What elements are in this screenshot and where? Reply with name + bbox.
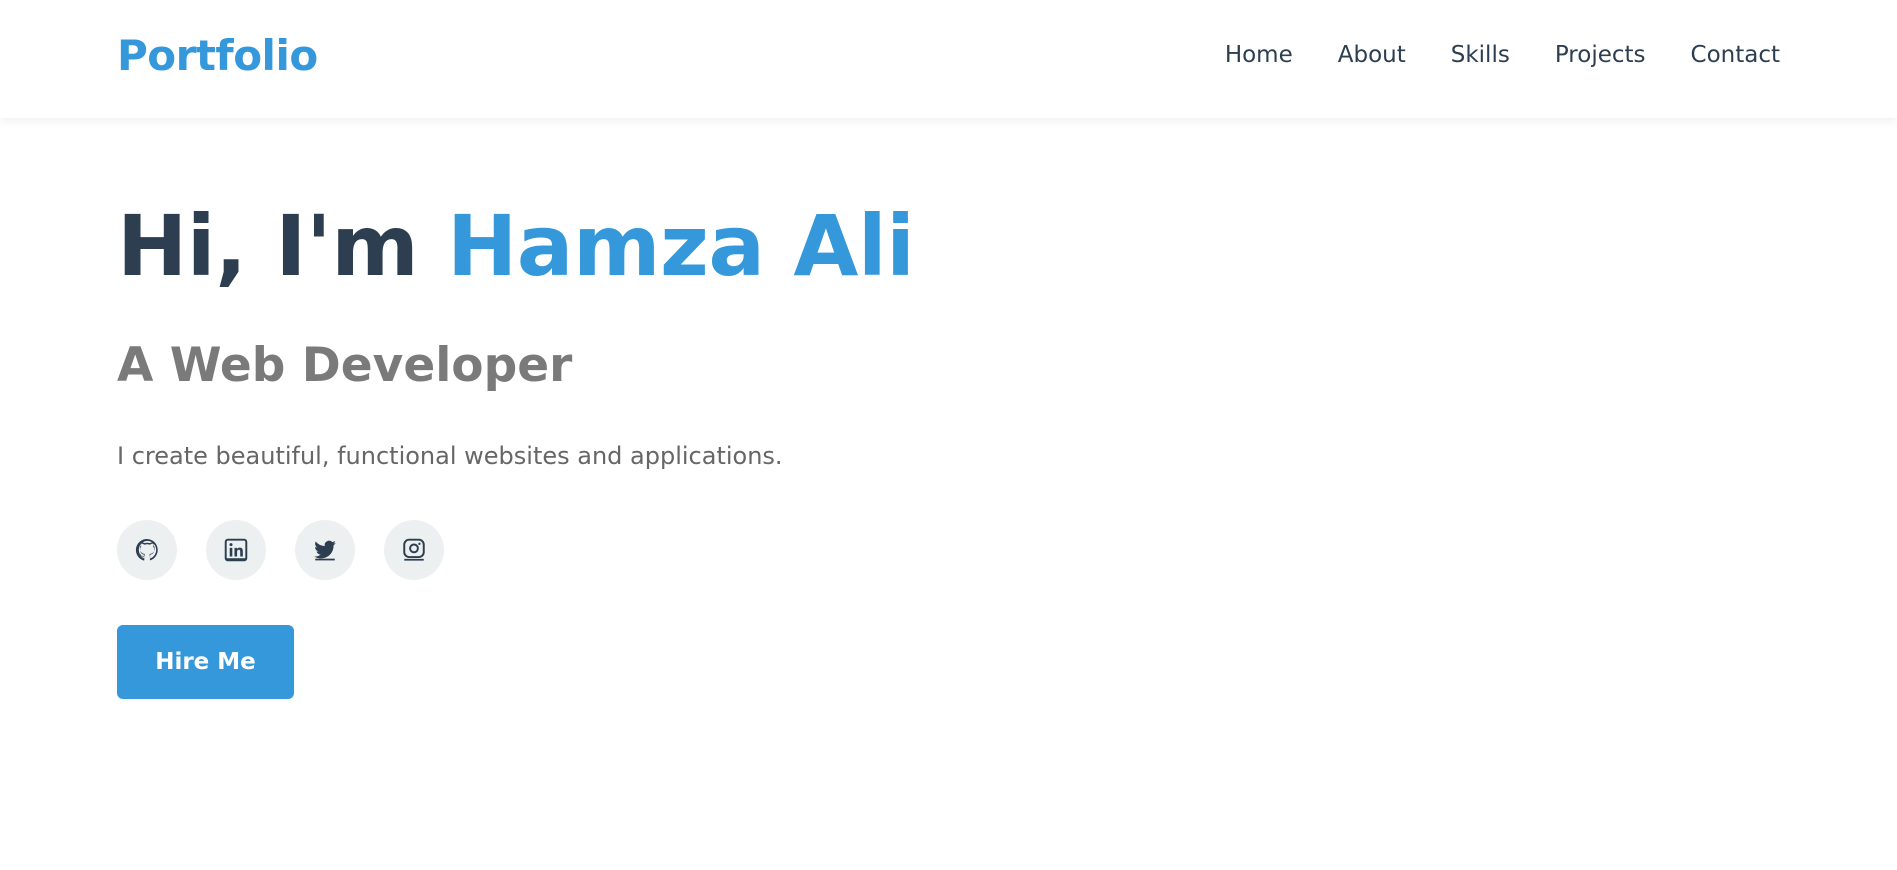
social-links	[117, 520, 444, 580]
nav-item-projects: Projects	[1555, 38, 1646, 72]
navbar: Portfolio Home About Skills Projects Con…	[0, 0, 1897, 118]
nav-item-about: About	[1338, 38, 1406, 72]
nav-item-home: Home	[1225, 38, 1293, 72]
instagram-link[interactable]	[384, 520, 444, 580]
hero-subtitle: A Web Developer	[117, 338, 573, 393]
instagram-icon	[403, 538, 425, 561]
hero-description: I create beautiful, functional websites …	[117, 442, 783, 470]
nav-link-skills[interactable]: Skills	[1451, 38, 1510, 72]
hero-name: Hamza Ali	[447, 197, 915, 295]
github-icon	[135, 538, 158, 561]
nav-link-about[interactable]: About	[1338, 38, 1406, 72]
hero-greeting: Hi, I'm	[117, 197, 419, 295]
twitter-link[interactable]	[295, 520, 355, 580]
nav-links: Home About Skills Projects Contact	[1225, 38, 1780, 72]
twitter-icon	[314, 540, 336, 561]
linkedin-icon	[224, 538, 248, 562]
github-link[interactable]	[117, 520, 177, 580]
hire-me-button[interactable]: Hire Me	[117, 625, 294, 699]
logo[interactable]: Portfolio	[117, 30, 318, 82]
nav-item-contact: Contact	[1691, 38, 1780, 72]
nav-link-projects[interactable]: Projects	[1555, 38, 1646, 72]
nav-link-home[interactable]: Home	[1225, 38, 1293, 72]
nav-item-skills: Skills	[1451, 38, 1510, 72]
linkedin-link[interactable]	[206, 520, 266, 580]
hero-title: Hi, I'm Hamza Ali	[117, 194, 915, 298]
nav-link-contact[interactable]: Contact	[1691, 38, 1780, 72]
